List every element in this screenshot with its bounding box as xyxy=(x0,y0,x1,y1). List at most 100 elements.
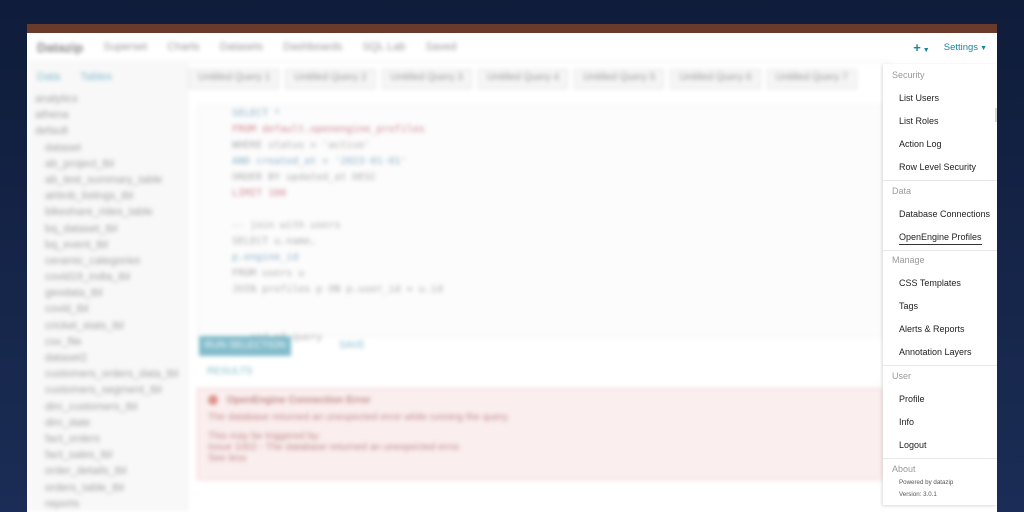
schema-tree-item[interactable]: airbnb_listings_tbl xyxy=(27,188,187,204)
schema-tree-item[interactable]: dataset xyxy=(27,140,187,156)
window-top-band xyxy=(27,24,997,33)
top-navbar: Datazip Superset Charts Datasets Dashboa… xyxy=(27,33,892,62)
nav-link[interactable]: Saved xyxy=(425,41,456,53)
menu-item-action-log[interactable]: Action Log xyxy=(899,139,942,149)
schema-tree-item[interactable]: fact_orders xyxy=(27,431,187,447)
blurred-background-app: Datazip Superset Charts Datasets Dashboa… xyxy=(27,33,892,512)
nav-link[interactable]: SQL Lab xyxy=(362,41,405,53)
code-line: ORDER BY updated_at DESC xyxy=(232,172,377,183)
schema-tree: analytics athena default dataset ab_project_… xyxy=(27,91,187,512)
error-title-text: OpenEngine Connection Error xyxy=(226,395,371,406)
save-button[interactable]: SAVE xyxy=(339,340,365,351)
schema-tree-item[interactable]: fact_sales_tbl xyxy=(27,447,187,463)
nav-link[interactable]: Datasets xyxy=(220,41,263,53)
query-tab[interactable]: Untitled Query 4 xyxy=(477,69,569,89)
schema-tree-item[interactable]: ab_test_summary_table xyxy=(27,172,187,188)
schema-tree-item[interactable]: ab_project_tbl xyxy=(27,156,187,172)
schema-tree-item[interactable]: csv_file xyxy=(27,334,187,350)
code-line: p.engine_id xyxy=(232,252,299,263)
version-text: Version: 3.0.1 xyxy=(899,491,937,498)
section-label-user: User xyxy=(892,371,912,381)
schema-tree-item[interactable]: reports xyxy=(27,496,187,512)
menu-item-database-connections[interactable]: Database Connections xyxy=(899,209,990,219)
menu-divider xyxy=(883,250,997,251)
menu-item-openengine-profiles[interactable]: OpenEngine Profiles xyxy=(899,232,982,245)
schema-tree-item[interactable]: dim_customers_tbl xyxy=(27,399,187,415)
powered-by-text: Powered by datazip xyxy=(899,479,954,486)
schema-tree-item[interactable]: analytics xyxy=(27,91,187,107)
schema-tree-item[interactable]: covid19_india_tbl xyxy=(27,269,187,285)
section-label-about: About xyxy=(892,464,916,474)
menu-item-list-roles[interactable]: List Roles xyxy=(899,116,939,126)
error-line: The database returned an unexpected erro… xyxy=(208,412,510,423)
run-selection-button[interactable]: RUN SELECTION xyxy=(199,336,291,356)
see-less-link[interactable]: See less xyxy=(208,453,871,464)
error-alert: OpenEngine Connection Error The database… xyxy=(197,388,882,480)
sidebar-tab[interactable]: Tables xyxy=(80,71,112,83)
code-line: SELECT * xyxy=(232,108,281,119)
schema-tree-item[interactable]: geodata_tbl xyxy=(27,285,187,301)
menu-item-logout[interactable]: Logout xyxy=(899,440,927,450)
section-label-security: Security xyxy=(892,70,925,80)
new-item-menu[interactable]: + ▼ xyxy=(913,40,930,55)
nav-link[interactable]: Superset xyxy=(103,41,147,53)
section-label-data: Data xyxy=(892,186,912,196)
schema-tree-item[interactable]: covid_tbl xyxy=(27,301,187,317)
code-line: LIMIT 100 xyxy=(232,188,287,199)
menu-item-css-templates[interactable]: CSS Templates xyxy=(899,278,961,288)
menu-item-annotation-layers[interactable]: Annotation Layers xyxy=(899,347,972,357)
caret-down-icon: ▼ xyxy=(922,46,930,54)
code-line: AND created_at > '2023-01-01' xyxy=(232,156,407,167)
scrollbar-thumb[interactable] xyxy=(995,108,997,122)
sidebar-tab[interactable]: Data xyxy=(37,71,60,83)
caret-down-icon: ▼ xyxy=(980,44,987,52)
query-tab[interactable]: Untitled Query 7 xyxy=(766,69,857,89)
schema-tree-item[interactable]: bikeshare_rides_table xyxy=(27,204,187,220)
nav-link[interactable]: Charts xyxy=(167,41,199,53)
menu-item-tags[interactable]: Tags xyxy=(899,301,918,311)
code-line: SELECT u.name, xyxy=(232,236,317,247)
app-window: Datazip Superset Charts Datasets Dashboa… xyxy=(27,33,997,512)
schema-tree-item[interactable]: cricket_stats_tbl xyxy=(27,318,187,334)
query-tab[interactable]: Untitled Query 2 xyxy=(285,69,376,89)
schema-tree-item[interactable]: bq_dataset_tbl xyxy=(27,221,187,237)
sql-editor[interactable]: SELECT * FROM default.openengine_profiles… xyxy=(197,105,884,343)
menu-divider xyxy=(883,180,997,181)
query-tabs: Untitled Query 1 Untitled Query 2 Untitled… xyxy=(189,69,882,89)
schema-tree-item[interactable]: customers_segment_tbl xyxy=(27,382,187,398)
query-tab[interactable]: Untitled Query 1 xyxy=(189,69,280,89)
schema-tree-item[interactable]: dataset2 xyxy=(27,350,187,366)
settings-dropdown: Security List Users List Roles Action Lo… xyxy=(883,64,997,505)
brand-logo-text[interactable]: Datazip xyxy=(37,40,83,55)
error-icon xyxy=(208,395,218,406)
plus-icon: + xyxy=(913,39,921,55)
menu-item-row-level-security[interactable]: Row Level Security xyxy=(899,162,976,172)
error-line: This may be triggered by: xyxy=(208,431,321,442)
code-line: FROM users u xyxy=(232,268,305,279)
results-tab[interactable]: RESULTS xyxy=(207,366,252,377)
code-line: WHERE status = 'active' xyxy=(232,140,371,151)
code-line: JOIN profiles p ON p.user_id = u.id xyxy=(232,284,443,295)
schema-tree-item[interactable]: ceramic_categories xyxy=(27,253,187,269)
query-tab[interactable]: Untitled Query 5 xyxy=(574,69,665,89)
settings-menu-trigger[interactable]: Settings ▼ xyxy=(944,42,987,53)
menu-item-list-users[interactable]: List Users xyxy=(899,93,939,103)
schema-tree-item[interactable]: athena xyxy=(27,107,187,123)
database-sidebar: Data Tables analytics athena default datase… xyxy=(27,63,188,512)
schema-tree-item[interactable]: order_details_tbl xyxy=(27,463,187,479)
menu-item-info[interactable]: Info xyxy=(899,417,914,427)
query-tab[interactable]: Untitled Query 3 xyxy=(381,69,472,89)
menu-item-profile[interactable]: Profile xyxy=(899,394,925,404)
code-line: -- end of query xyxy=(232,332,323,343)
schema-tree-item[interactable]: dim_date xyxy=(27,415,187,431)
nav-link[interactable]: Dashboards xyxy=(283,41,342,53)
schema-tree-item[interactable]: bq_event_tbl xyxy=(27,237,187,253)
schema-tree-item[interactable]: orders_table_tbl xyxy=(27,480,187,496)
schema-tree-item[interactable]: customers_orders_data_tbl xyxy=(27,366,187,382)
query-tab[interactable]: Untitled Query 6 xyxy=(670,69,761,89)
schema-tree-item[interactable]: default xyxy=(27,123,187,139)
menu-item-alerts-reports[interactable]: Alerts & Reports xyxy=(899,324,965,334)
